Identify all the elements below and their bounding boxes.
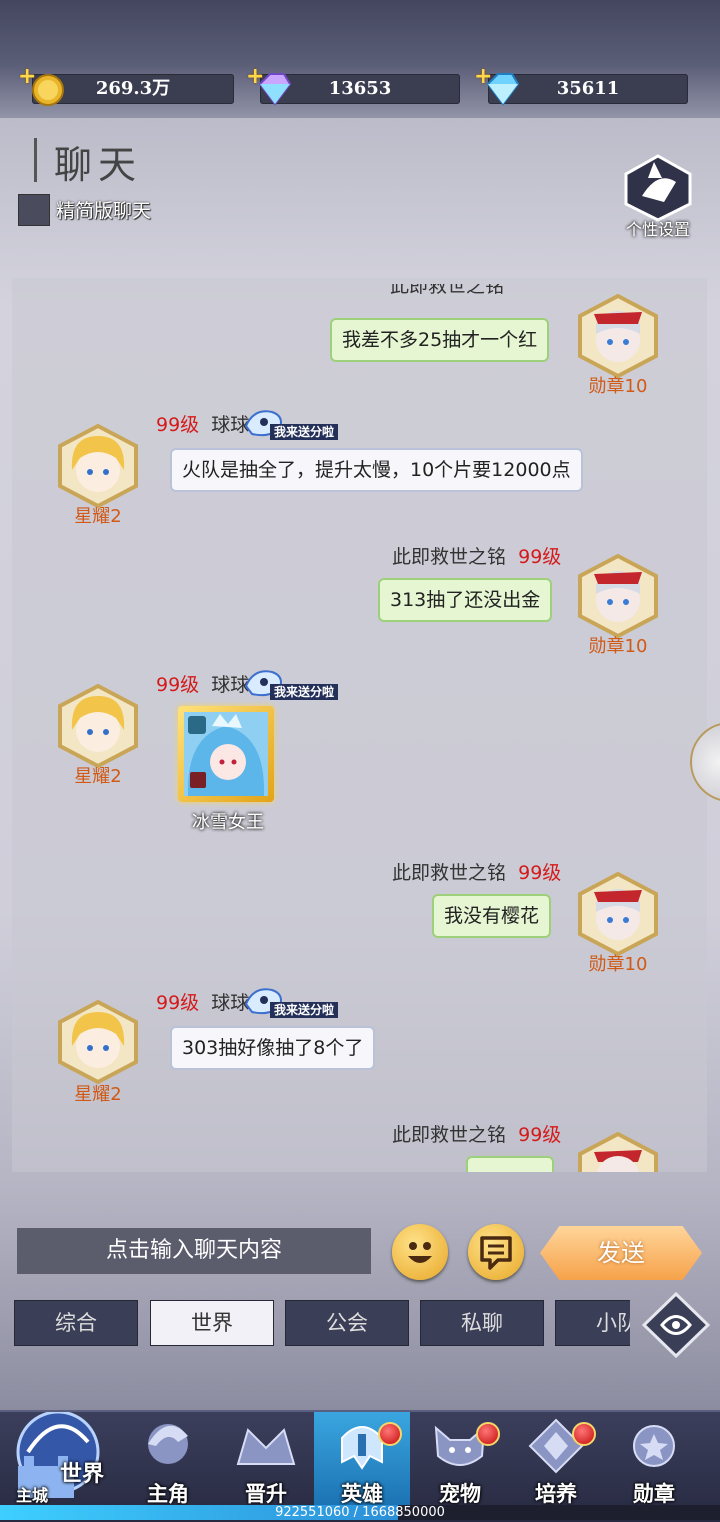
sender-name: 此即救世之铭 bbox=[390, 284, 505, 296]
nav-label: 晋升 bbox=[245, 1481, 287, 1506]
message-bubble[interactable]: 我差不多25抽才一个红 bbox=[330, 318, 550, 362]
user-level: 99级 bbox=[518, 862, 562, 884]
title-badge-text: 我来送分啦 bbox=[270, 684, 339, 700]
user-avatar[interactable] bbox=[56, 424, 140, 508]
hero-portrait-icon bbox=[184, 712, 268, 796]
rank-label: 勋章10 bbox=[588, 376, 648, 397]
tab-general[interactable]: 综合 bbox=[14, 1300, 138, 1346]
user-title-badge: 我来送分啦 bbox=[240, 664, 352, 704]
title-divider bbox=[34, 138, 37, 182]
experience-progress-bar: 922551060 / 1668850000 bbox=[0, 1505, 720, 1520]
title-badge-text: 我来送分啦 bbox=[270, 424, 339, 440]
sender-name: 此即救世之铭 bbox=[392, 546, 507, 568]
simple-mode-label: 精简版聊天 bbox=[56, 200, 152, 222]
nav-heroes[interactable]: 英雄 bbox=[314, 1412, 410, 1512]
user-level: 99级 bbox=[156, 674, 200, 696]
nav-label: 英雄 bbox=[341, 1481, 383, 1506]
hero-card[interactable] bbox=[178, 706, 274, 802]
message-meta: 此即救世之铭 99级 bbox=[392, 542, 561, 569]
nav-hero-profile[interactable]: 主角 bbox=[120, 1412, 216, 1512]
tab-private[interactable]: 私聊 bbox=[420, 1300, 544, 1346]
settings-emblem-icon bbox=[624, 154, 692, 222]
user-level: 99级 bbox=[518, 1124, 562, 1146]
hero-card-label: 冰雪女王 bbox=[192, 812, 264, 833]
message-bubble[interactable]: 303抽好像抽了8个了 bbox=[170, 1026, 376, 1070]
hero-profile-icon bbox=[148, 1424, 188, 1464]
medal-icon bbox=[633, 1425, 675, 1467]
quick-message-button[interactable] bbox=[468, 1224, 524, 1280]
smiley-icon bbox=[408, 1242, 432, 1263]
personal-settings-label: 个性设置 bbox=[625, 220, 690, 239]
message-bubble-icon bbox=[480, 1236, 512, 1270]
nav-pets[interactable]: 宠物 bbox=[412, 1412, 508, 1512]
nav-promotion[interactable]: 晋升 bbox=[218, 1412, 314, 1512]
sender-name: 此即救世之铭 bbox=[392, 1124, 507, 1146]
notification-dot bbox=[476, 1422, 500, 1446]
nav-label: 勋章 bbox=[633, 1481, 675, 1506]
gold-value: 269.3万 bbox=[95, 78, 171, 99]
emoji-button[interactable] bbox=[392, 1224, 448, 1280]
self-avatar[interactable] bbox=[576, 872, 660, 956]
user-title-badge: 我来送分啦 bbox=[240, 404, 352, 444]
nav-label: 宠物 bbox=[439, 1481, 481, 1506]
message-meta: 此即救世之铭 99级 bbox=[392, 858, 561, 885]
channel-tabs: 综合 世界 公会 私聊 小队 bbox=[14, 1300, 630, 1346]
nav-medals[interactable]: 勋章 bbox=[606, 1412, 702, 1512]
user-level: 99级 bbox=[518, 546, 562, 568]
nav-city-label: 主城 bbox=[16, 1486, 49, 1505]
notification-dot bbox=[378, 1422, 402, 1446]
nav-training[interactable]: 培养 bbox=[508, 1412, 604, 1512]
sender-name: 此即救世之铭 bbox=[392, 862, 507, 884]
message-bubble[interactable]: 313抽了还没出金 bbox=[378, 578, 553, 622]
tab-team[interactable]: 小队 bbox=[555, 1300, 630, 1346]
user-title-badge: 我来送分啦 bbox=[240, 982, 352, 1022]
simple-mode-checkbox[interactable] bbox=[18, 194, 50, 226]
tab-world[interactable]: 世界 bbox=[150, 1300, 274, 1346]
user-avatar[interactable] bbox=[56, 1000, 140, 1084]
nav-label: 主角 bbox=[147, 1481, 189, 1506]
self-avatar[interactable] bbox=[576, 1132, 660, 1172]
crystal-resource[interactable]: + 13653 bbox=[246, 64, 460, 106]
add-gold-icon[interactable]: + bbox=[18, 62, 36, 92]
self-avatar[interactable] bbox=[576, 554, 660, 638]
send-button[interactable]: 发送 bbox=[540, 1226, 702, 1280]
self-avatar[interactable] bbox=[576, 294, 660, 378]
rank-label: 星耀2 bbox=[74, 1084, 122, 1105]
page-title: 聊天 bbox=[54, 143, 143, 187]
add-diamond-icon[interactable]: + bbox=[474, 62, 492, 92]
chat-input[interactable]: 点击输入聊天内容 bbox=[17, 1228, 371, 1274]
diamond-value: 35611 bbox=[556, 78, 620, 99]
crystal-value: 13653 bbox=[328, 78, 392, 99]
nav-world-city[interactable]: 世界 主城 bbox=[2, 1410, 120, 1512]
message-meta: 99级 球球 bbox=[156, 670, 249, 697]
title-badge-text: 我来送分啦 bbox=[270, 1002, 339, 1018]
tab-guild[interactable]: 公会 bbox=[285, 1300, 409, 1346]
message-bubble[interactable]: 火队是抽全了，提升太慢，10个片要12000点 bbox=[170, 448, 583, 492]
message-meta: 此即救世之铭 99级 bbox=[392, 1120, 561, 1147]
user-level: 99级 bbox=[156, 414, 200, 436]
rank-label: 星耀2 bbox=[74, 766, 122, 787]
user-level: 99级 bbox=[156, 992, 200, 1014]
message-meta: 99级 球球 bbox=[156, 988, 249, 1015]
notification-dot bbox=[572, 1422, 596, 1446]
nav-world-label: 世界 bbox=[60, 1461, 105, 1487]
personal-settings-button[interactable]: 个性设置 bbox=[618, 152, 698, 242]
gold-resource[interactable]: + 269.3万 bbox=[18, 64, 234, 106]
message-meta: 99级 球球 bbox=[156, 410, 249, 437]
nav-label: 培养 bbox=[535, 1481, 577, 1506]
chat-message-list[interactable]: 此即救世之铭 我差不多25抽才一个红 勋章10 星耀2 99级 球球 我来送分啦… bbox=[12, 278, 707, 1172]
channel-more-button[interactable] bbox=[640, 1290, 712, 1360]
diamond-resource[interactable]: + 35611 bbox=[474, 64, 688, 106]
promotion-icon bbox=[236, 1428, 296, 1465]
rank-label: 星耀2 bbox=[74, 506, 122, 527]
user-avatar[interactable] bbox=[56, 684, 140, 768]
add-crystal-icon[interactable]: + bbox=[246, 62, 264, 92]
rank-label: 勋章10 bbox=[588, 636, 648, 657]
rank-label: 勋章10 bbox=[588, 954, 648, 975]
message-bubble-partial[interactable] bbox=[466, 1156, 554, 1172]
message-meta-cutoff: 此即救世之铭 bbox=[390, 284, 504, 296]
experience-progress-text: 922551060 / 1668850000 bbox=[275, 1505, 445, 1520]
message-bubble[interactable]: 我没有樱花 bbox=[432, 894, 552, 938]
